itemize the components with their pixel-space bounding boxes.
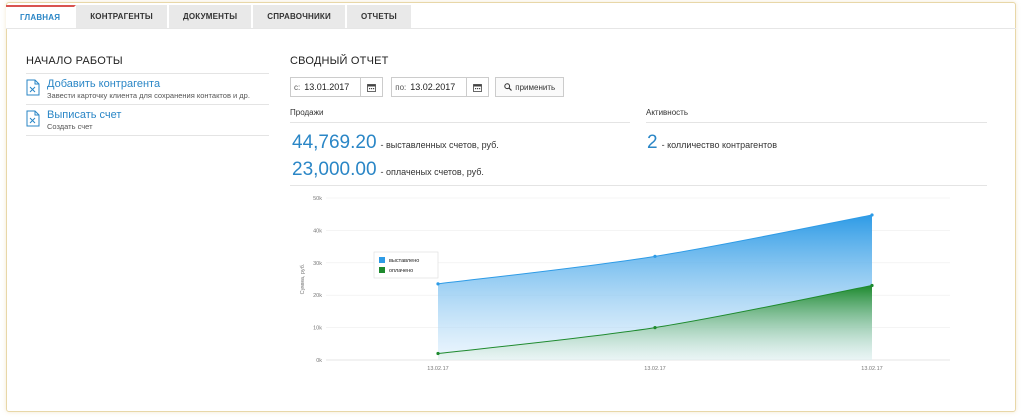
y-axis-label: Сумма, руб.: [300, 263, 306, 294]
sales-chart: 0k10k20k30k40k50k Сумма, руб. 13.02.17 13…: [300, 196, 950, 372]
date-filters: с: 13.01.2017 по: 13.02.2017 применить: [290, 77, 565, 97]
legend-swatch-issued: [379, 257, 385, 263]
issued-amount: 44,769.20: [292, 132, 377, 153]
paid-point: [870, 283, 874, 288]
create-invoice-link[interactable]: Выписать счет: [47, 109, 121, 122]
paid-point: [653, 326, 657, 330]
date-to-field[interactable]: по: 13.02.2017: [391, 77, 490, 97]
date-from-value[interactable]: 13.01.2017: [304, 82, 360, 92]
add-contractor-desc: Завести карточку клиента для сохранения …: [47, 91, 250, 100]
y-tick-label: 10k: [313, 326, 322, 332]
y-tick-label: 20k: [313, 293, 322, 299]
x-tick-label: 13.02.17: [427, 366, 448, 372]
tab-home[interactable]: ГЛАВНАЯ: [6, 5, 77, 28]
date-from-field[interactable]: с: 13.01.2017: [290, 77, 384, 97]
tab-references[interactable]: СПРАВОЧНИКИ: [253, 5, 347, 28]
getting-started-panel: НАЧАЛО РАБОТЫ Добавить контрагента Завес…: [26, 55, 269, 136]
paid-label: - оплаченых счетов, руб.: [380, 167, 484, 177]
tab-bar-divider: [6, 28, 1016, 29]
legend-label-issued: выставлено: [389, 258, 419, 264]
x-axis-ticks: 13.02.17 13.02.17 13.02.17: [427, 366, 882, 372]
y-axis-ticks: 0k 10k 20k 30k 40k 50k: [313, 196, 322, 364]
paid-point: [436, 351, 440, 356]
legend-box: [373, 251, 439, 279]
calendar-from-button[interactable]: [360, 78, 382, 96]
activity-heading: Активность: [646, 108, 987, 123]
chart-legend: выставлено оплачено: [373, 251, 439, 279]
apply-button[interactable]: применить: [495, 77, 565, 97]
y-tick-label: 0k: [316, 358, 322, 364]
quick-action-create-invoice[interactable]: Выписать счет Создать счет: [26, 104, 269, 136]
add-contractor-link[interactable]: Добавить контрагента: [47, 78, 250, 91]
issued-label: - выставленных счетов, руб.: [380, 140, 499, 150]
summary-report-panel: СВОДНЫЙ ОТЧЕТ с: 13.01.2017 по: 13.02.20…: [290, 55, 987, 186]
document-icon: [26, 79, 40, 96]
date-to-value[interactable]: 13.02.2017: [410, 82, 466, 92]
summary-report-title: СВОДНЫЙ ОТЧЕТ: [290, 55, 389, 67]
y-tick-label: 30k: [313, 261, 322, 267]
quick-action-add-contractor[interactable]: Добавить контрагента Завести карточку кл…: [26, 73, 269, 104]
contractors-metric: 2 - колличество контрагентов: [647, 132, 777, 154]
x-tick-label: 13.02.17: [861, 366, 882, 372]
contractors-label: - колличество контрагентов: [661, 140, 777, 150]
issued-point: [436, 282, 440, 286]
sales-heading: Продажи: [290, 108, 630, 123]
document-icon: [26, 110, 40, 127]
calendar-icon: [473, 83, 483, 92]
y-tick-label: 40k: [313, 228, 322, 234]
issued-point: [870, 213, 874, 217]
paid-amount: 23,000.00: [292, 159, 377, 180]
create-invoice-desc: Создать счет: [47, 122, 93, 131]
contractors-count: 2: [647, 132, 658, 153]
calendar-icon: [367, 83, 377, 92]
date-from-prefix: с:: [294, 82, 301, 92]
issued-point: [653, 254, 657, 258]
tab-documents[interactable]: ДОКУМЕНТЫ: [168, 5, 254, 28]
issued-metric: 44,769.20 - выставленных счетов, руб.: [292, 132, 499, 154]
x-tick-label: 13.02.17: [644, 366, 665, 372]
tab-contractors[interactable]: КОНТРАГЕНТЫ: [76, 5, 169, 28]
y-tick-label: 50k: [313, 196, 322, 202]
search-icon: [504, 83, 513, 91]
paid-metric: 23,000.00 - оплаченых счетов, руб.: [292, 159, 484, 181]
chart-divider: [290, 185, 987, 186]
legend-swatch-paid: [379, 267, 385, 273]
apply-button-label: применить: [515, 82, 556, 92]
tab-reports[interactable]: ОТЧЕТЫ: [346, 5, 413, 28]
date-to-prefix: по:: [395, 82, 407, 92]
main-tabs: ГЛАВНАЯ КОНТРАГЕНТЫ ДОКУМЕНТЫ СПРАВОЧНИК…: [6, 5, 413, 28]
calendar-to-button[interactable]: [466, 78, 488, 96]
legend-label-paid: оплачено: [389, 268, 413, 274]
getting-started-title: НАЧАЛО РАБОТЫ: [26, 55, 123, 67]
